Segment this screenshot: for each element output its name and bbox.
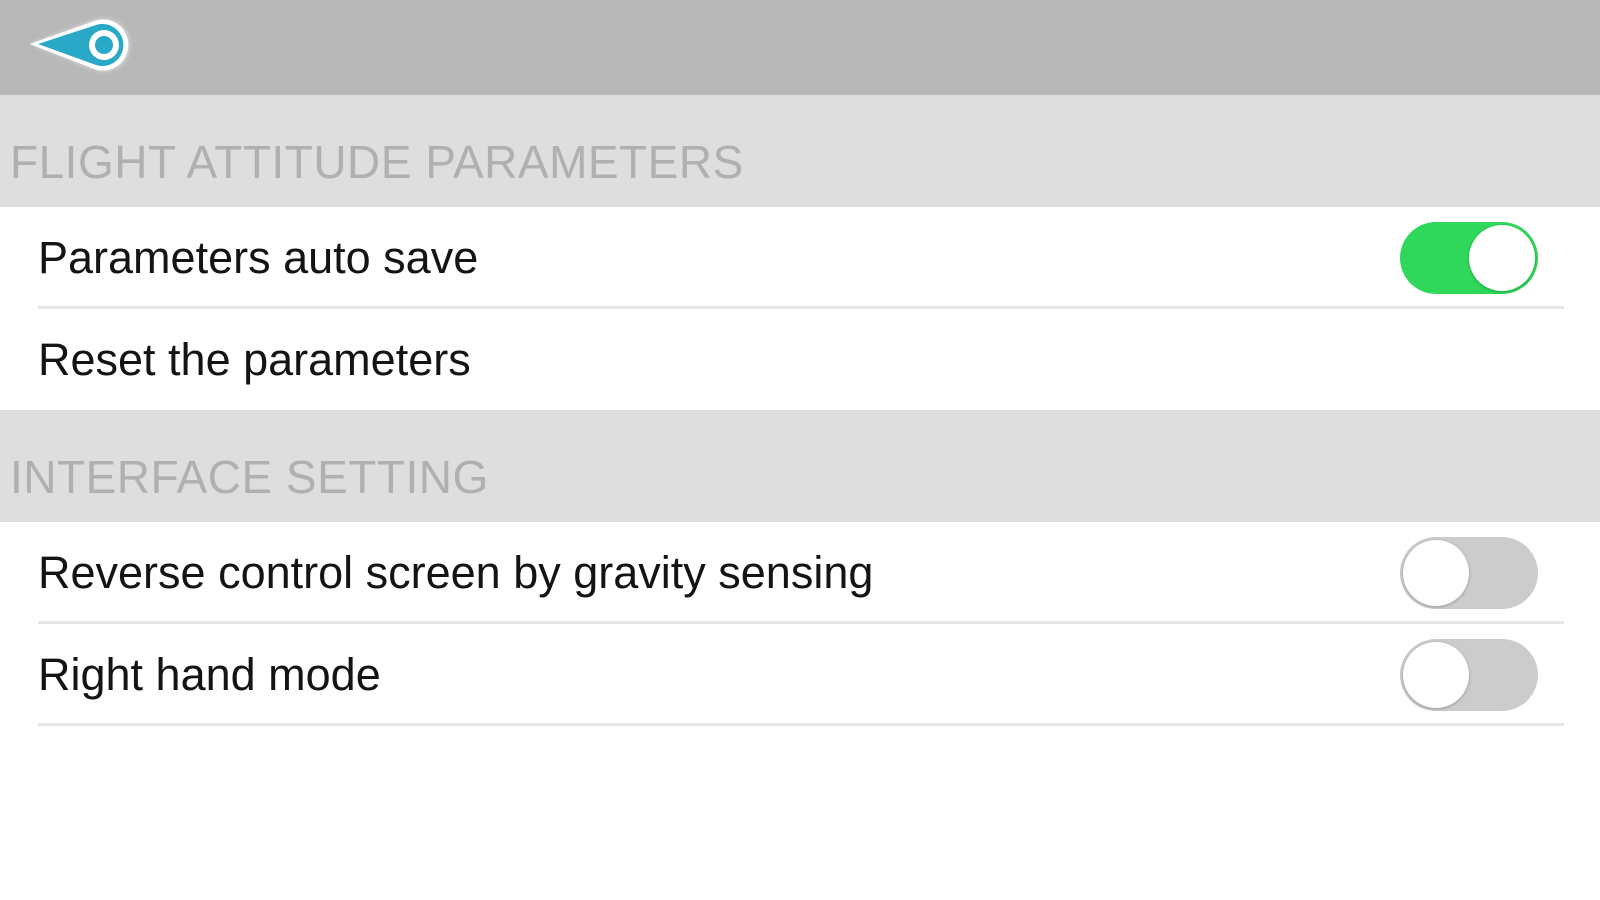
- setting-row-reverse-control: Reverse control screen by gravity sensin…: [0, 522, 1600, 624]
- reverse-control-toggle[interactable]: [1400, 537, 1538, 609]
- setting-label: Parameters auto save: [38, 232, 479, 283]
- top-bar: [0, 0, 1600, 95]
- section-header-flight-attitude: FLIGHT ATTITUDE PARAMETERS: [0, 95, 1600, 207]
- section-header-interface-setting: INTERFACE SETTING: [0, 410, 1600, 522]
- section-title: INTERFACE SETTING: [10, 451, 489, 503]
- toggle-knob: [1403, 642, 1469, 708]
- setting-label: Reverse control screen by gravity sensin…: [38, 547, 874, 598]
- section-title: FLIGHT ATTITUDE PARAMETERS: [10, 136, 744, 188]
- back-button[interactable]: [28, 12, 140, 82]
- right-hand-mode-toggle[interactable]: [1400, 639, 1538, 711]
- setting-row-right-hand-mode: Right hand mode: [0, 624, 1600, 726]
- setting-label: Right hand mode: [38, 649, 381, 700]
- setting-row-reset-parameters[interactable]: Reset the parameters: [0, 309, 1600, 411]
- setting-label: Reset the parameters: [38, 334, 471, 385]
- divider: [38, 723, 1564, 726]
- back-arrow-eye-icon: [29, 19, 130, 72]
- toggle-knob: [1403, 540, 1469, 606]
- toggle-knob: [1469, 225, 1535, 291]
- auto-save-toggle[interactable]: [1400, 222, 1538, 294]
- setting-row-auto-save: Parameters auto save: [0, 207, 1600, 309]
